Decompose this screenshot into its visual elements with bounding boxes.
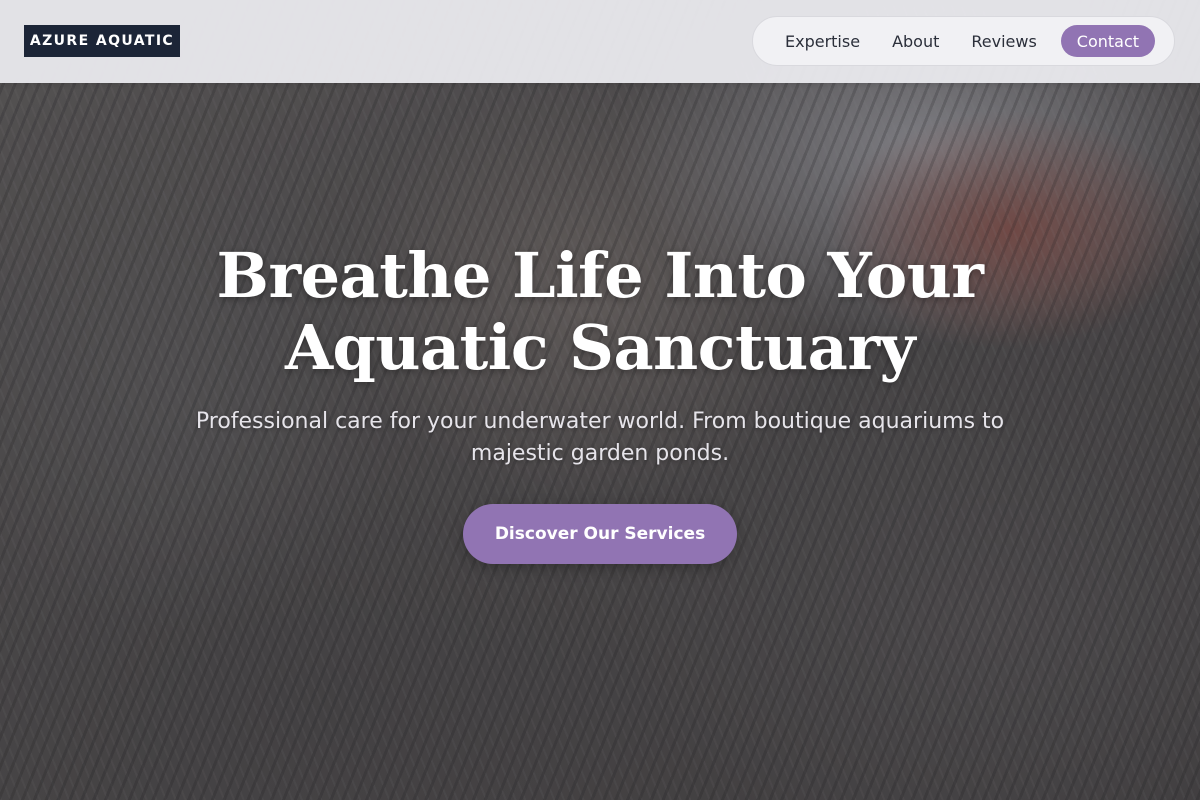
nav-link-contact[interactable]: Contact xyxy=(1060,25,1156,57)
hero-subtitle: Professional care for your underwater wo… xyxy=(170,406,1030,470)
hero-title-line-2: Aquatic Sanctuary xyxy=(284,311,916,384)
site-header: AZURE AQUATIC Expertise About Reviews Co… xyxy=(0,0,1200,83)
page: AZURE AQUATIC Expertise About Reviews Co… xyxy=(0,0,1200,800)
hero-title-line-1: Breathe Life Into Your xyxy=(216,239,984,312)
discover-services-button[interactable]: Discover Our Services xyxy=(463,504,737,564)
main-nav: Expertise About Reviews Contact xyxy=(752,16,1175,66)
logo[interactable]: AZURE AQUATIC xyxy=(24,25,180,57)
hero-title: Breathe Life Into Your Aquatic Sanctuary xyxy=(150,240,1050,384)
nav-link-expertise[interactable]: Expertise xyxy=(769,25,876,57)
nav-link-reviews[interactable]: Reviews xyxy=(955,25,1052,57)
hero-subtitle-line-2: majestic garden ponds. xyxy=(470,441,730,466)
hero-section: Breathe Life Into Your Aquatic Sanctuary… xyxy=(0,240,1200,564)
hero-subtitle-line-1: Professional care for your underwater wo… xyxy=(195,409,1005,434)
nav-link-about[interactable]: About xyxy=(876,25,955,57)
